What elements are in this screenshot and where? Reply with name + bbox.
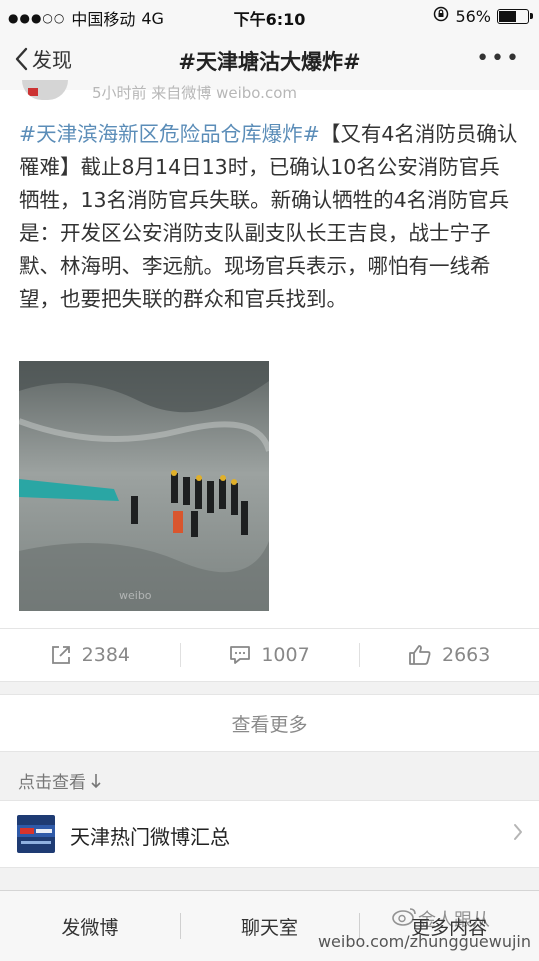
thumbs-up-icon: [409, 645, 431, 665]
tab-post-weibo[interactable]: 发微博: [0, 891, 180, 961]
link-title: 天津热门微博汇总: [70, 825, 230, 849]
like-count: 2663: [442, 644, 491, 666]
click-to-view-hint: 点击查看: [18, 768, 102, 793]
post-body: #天津滨海新区危险品仓库爆炸#【又有4名消防员确认罹难】截止8月14日13时，已…: [19, 118, 519, 316]
post-image[interactable]: weibo: [19, 361, 269, 611]
rotation-lock-icon: [433, 6, 449, 26]
chevron-right-icon: [514, 824, 522, 840]
hashtag-link[interactable]: #天津滨海新区危险品仓库爆炸#: [19, 122, 320, 146]
svg-text:weibo: weibo: [119, 589, 152, 602]
weibo-logo-icon: [392, 908, 416, 926]
like-button[interactable]: 2663: [359, 629, 539, 681]
more-options-icon[interactable]: •••: [476, 46, 521, 71]
hot-weibo-summary-link[interactable]: 天津热门微博汇总: [0, 800, 539, 868]
comment-button[interactable]: 1007: [179, 629, 360, 681]
repost-count: 2384: [81, 644, 131, 666]
post-card: 5小时前 来自微博 weibo.com #天津滨海新区危险品仓库爆炸#【又有4名…: [0, 80, 539, 628]
share-icon: [51, 646, 70, 664]
status-right: 56%: [433, 6, 533, 26]
hint-label: 点击查看: [18, 773, 86, 793]
arrow-down-icon: [91, 773, 101, 788]
battery-icon: [497, 8, 533, 24]
watermark-url: weibo.com/zhungguewujin: [317, 932, 531, 951]
post-action-bar: 2384 1007 2663: [0, 628, 539, 682]
firefighters-photo: weibo: [19, 361, 269, 611]
view-more-button[interactable]: 查看更多: [0, 694, 539, 752]
battery-percentage: 56%: [455, 6, 491, 26]
page-title: #天津塘沽大爆炸#: [178, 50, 361, 74]
repost-button[interactable]: 2384: [0, 629, 180, 681]
status-bar: ●●●○○ 中国移动 4G 下午6:10 56%: [0, 0, 539, 32]
news-logo-icon: [17, 815, 55, 853]
post-meta: 5小时前 来自微博 weibo.com: [92, 84, 297, 102]
avatar[interactable]: [22, 80, 68, 100]
watermark-name: 金人跟从: [418, 910, 490, 931]
post-text-content: 【又有4名消防员确认罹难】截止8月14日13时，已确认10名公安消防官兵牺牲，1…: [19, 122, 518, 311]
comment-count: 1007: [261, 644, 310, 666]
comment-icon: [230, 646, 251, 664]
